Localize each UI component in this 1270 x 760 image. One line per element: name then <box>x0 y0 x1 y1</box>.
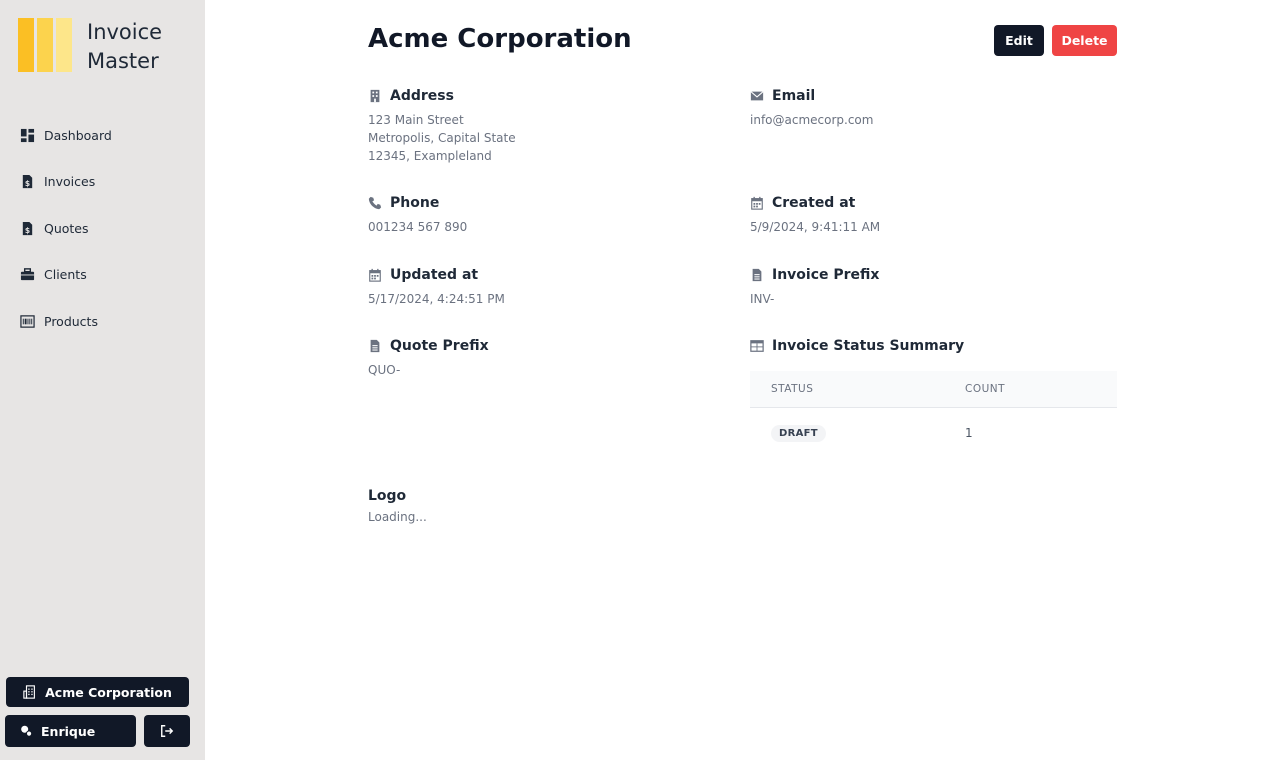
quote-prefix-field: Quote Prefix QUO- <box>368 336 489 379</box>
document-icon <box>750 268 764 282</box>
brand-logo-icon <box>18 18 72 72</box>
address-line-1: 123 Main Street <box>368 113 464 127</box>
status-count: 1 <box>965 426 973 440</box>
delete-button[interactable]: Delete <box>1052 25 1117 56</box>
updated-at-field: Updated at 5/17/2024, 4:24:51 PM <box>368 265 505 308</box>
address-field: Address 123 Main Street Metropolis, Capi… <box>368 86 516 165</box>
invoice-file-icon: $ <box>20 174 35 189</box>
building-icon <box>368 89 382 103</box>
calendar-icon <box>750 196 764 210</box>
envelope-icon <box>750 89 764 103</box>
invoice-prefix-field: Invoice Prefix INV- <box>750 265 879 308</box>
sidebar-item-label: Invoices <box>44 174 96 190</box>
column-header-status: STATUS <box>771 383 814 395</box>
sidebar-item-quotes[interactable]: $ Quotes <box>0 205 205 252</box>
calendar-icon <box>368 268 382 282</box>
sidebar-nav: Dashboard $ Invoices $ Quotes Clients Pr… <box>0 112 205 345</box>
invoice-prefix-value: INV- <box>750 292 775 306</box>
sidebar: Invoice Master Dashboard $ Invoices $ Qu… <box>0 0 205 760</box>
email-label: Email <box>772 88 816 104</box>
company-switch-button[interactable]: Acme Corporation <box>6 677 189 707</box>
email-value: info@acmecorp.com <box>750 113 874 127</box>
building-icon <box>23 685 37 699</box>
sidebar-item-label: Dashboard <box>44 127 112 143</box>
quote-file-icon: $ <box>20 221 35 236</box>
briefcase-icon <box>20 267 35 282</box>
phone-label: Phone <box>390 195 440 211</box>
phone-field: Phone 001234 567 890 <box>368 193 467 236</box>
barcode-icon <box>20 314 35 329</box>
svg-text:$: $ <box>25 179 30 188</box>
created-at-field: Created at 5/9/2024, 9:41:11 AM <box>750 193 880 236</box>
address-line-3: 12345, Exampleland <box>368 149 492 163</box>
updated-at-label: Updated at <box>390 267 479 283</box>
table-icon <box>750 339 764 353</box>
brand[interactable]: Invoice Master <box>18 18 187 76</box>
status-badge: DRAFT <box>771 424 826 442</box>
user-button[interactable]: Enrique <box>5 715 136 747</box>
created-at-label: Created at <box>772 195 856 211</box>
email-field: Email info@acmecorp.com <box>750 86 873 129</box>
updated-at-value: 5/17/2024, 4:24:51 PM <box>368 292 505 306</box>
status-summary-table: STATUS COUNT DRAFT 1 <box>750 371 1117 458</box>
document-icon <box>368 339 382 353</box>
status-summary-field: Invoice Status Summary <box>750 336 964 356</box>
user-settings-icon <box>19 724 33 738</box>
svg-text:$: $ <box>25 226 30 235</box>
sidebar-item-label: Products <box>44 313 98 329</box>
address-label: Address <box>390 88 454 104</box>
quote-prefix-label: Quote Prefix <box>390 338 489 354</box>
edit-button[interactable]: Edit <box>994 25 1044 56</box>
sidebar-item-products[interactable]: Products <box>0 298 205 345</box>
phone-value: 001234 567 890 <box>368 220 468 234</box>
company-switch-label: Acme Corporation <box>45 684 172 700</box>
quote-prefix-value: QUO- <box>368 363 401 377</box>
user-name: Enrique <box>41 723 96 739</box>
column-header-count: COUNT <box>965 383 1006 395</box>
logo-value: Loading... <box>368 510 427 524</box>
status-summary-label: Invoice Status Summary <box>772 338 965 354</box>
address-line-2: Metropolis, Capital State <box>368 131 516 145</box>
logo-field: Logo Loading... <box>368 488 427 524</box>
page-title: Acme Corporation <box>368 24 632 54</box>
logout-icon <box>160 724 174 738</box>
brand-name: Invoice Master <box>87 20 163 73</box>
sidebar-item-invoices[interactable]: $ Invoices <box>0 159 205 206</box>
phone-icon <box>368 196 382 210</box>
created-at-value: 5/9/2024, 9:41:11 AM <box>750 220 881 234</box>
table-header: STATUS COUNT <box>750 371 1117 408</box>
sidebar-item-label: Quotes <box>44 220 89 236</box>
sidebar-item-dashboard[interactable]: Dashboard <box>0 112 205 159</box>
logo-label: Logo <box>368 488 407 504</box>
sidebar-item-clients[interactable]: Clients <box>0 252 205 299</box>
logout-button[interactable] <box>144 715 190 747</box>
table-row: DRAFT 1 <box>750 408 1117 458</box>
invoice-prefix-label: Invoice Prefix <box>772 267 880 283</box>
main-content: Acme Corporation Edit Delete Address 123… <box>205 0 1270 760</box>
dashboard-icon <box>20 128 35 143</box>
sidebar-item-label: Clients <box>44 267 87 283</box>
